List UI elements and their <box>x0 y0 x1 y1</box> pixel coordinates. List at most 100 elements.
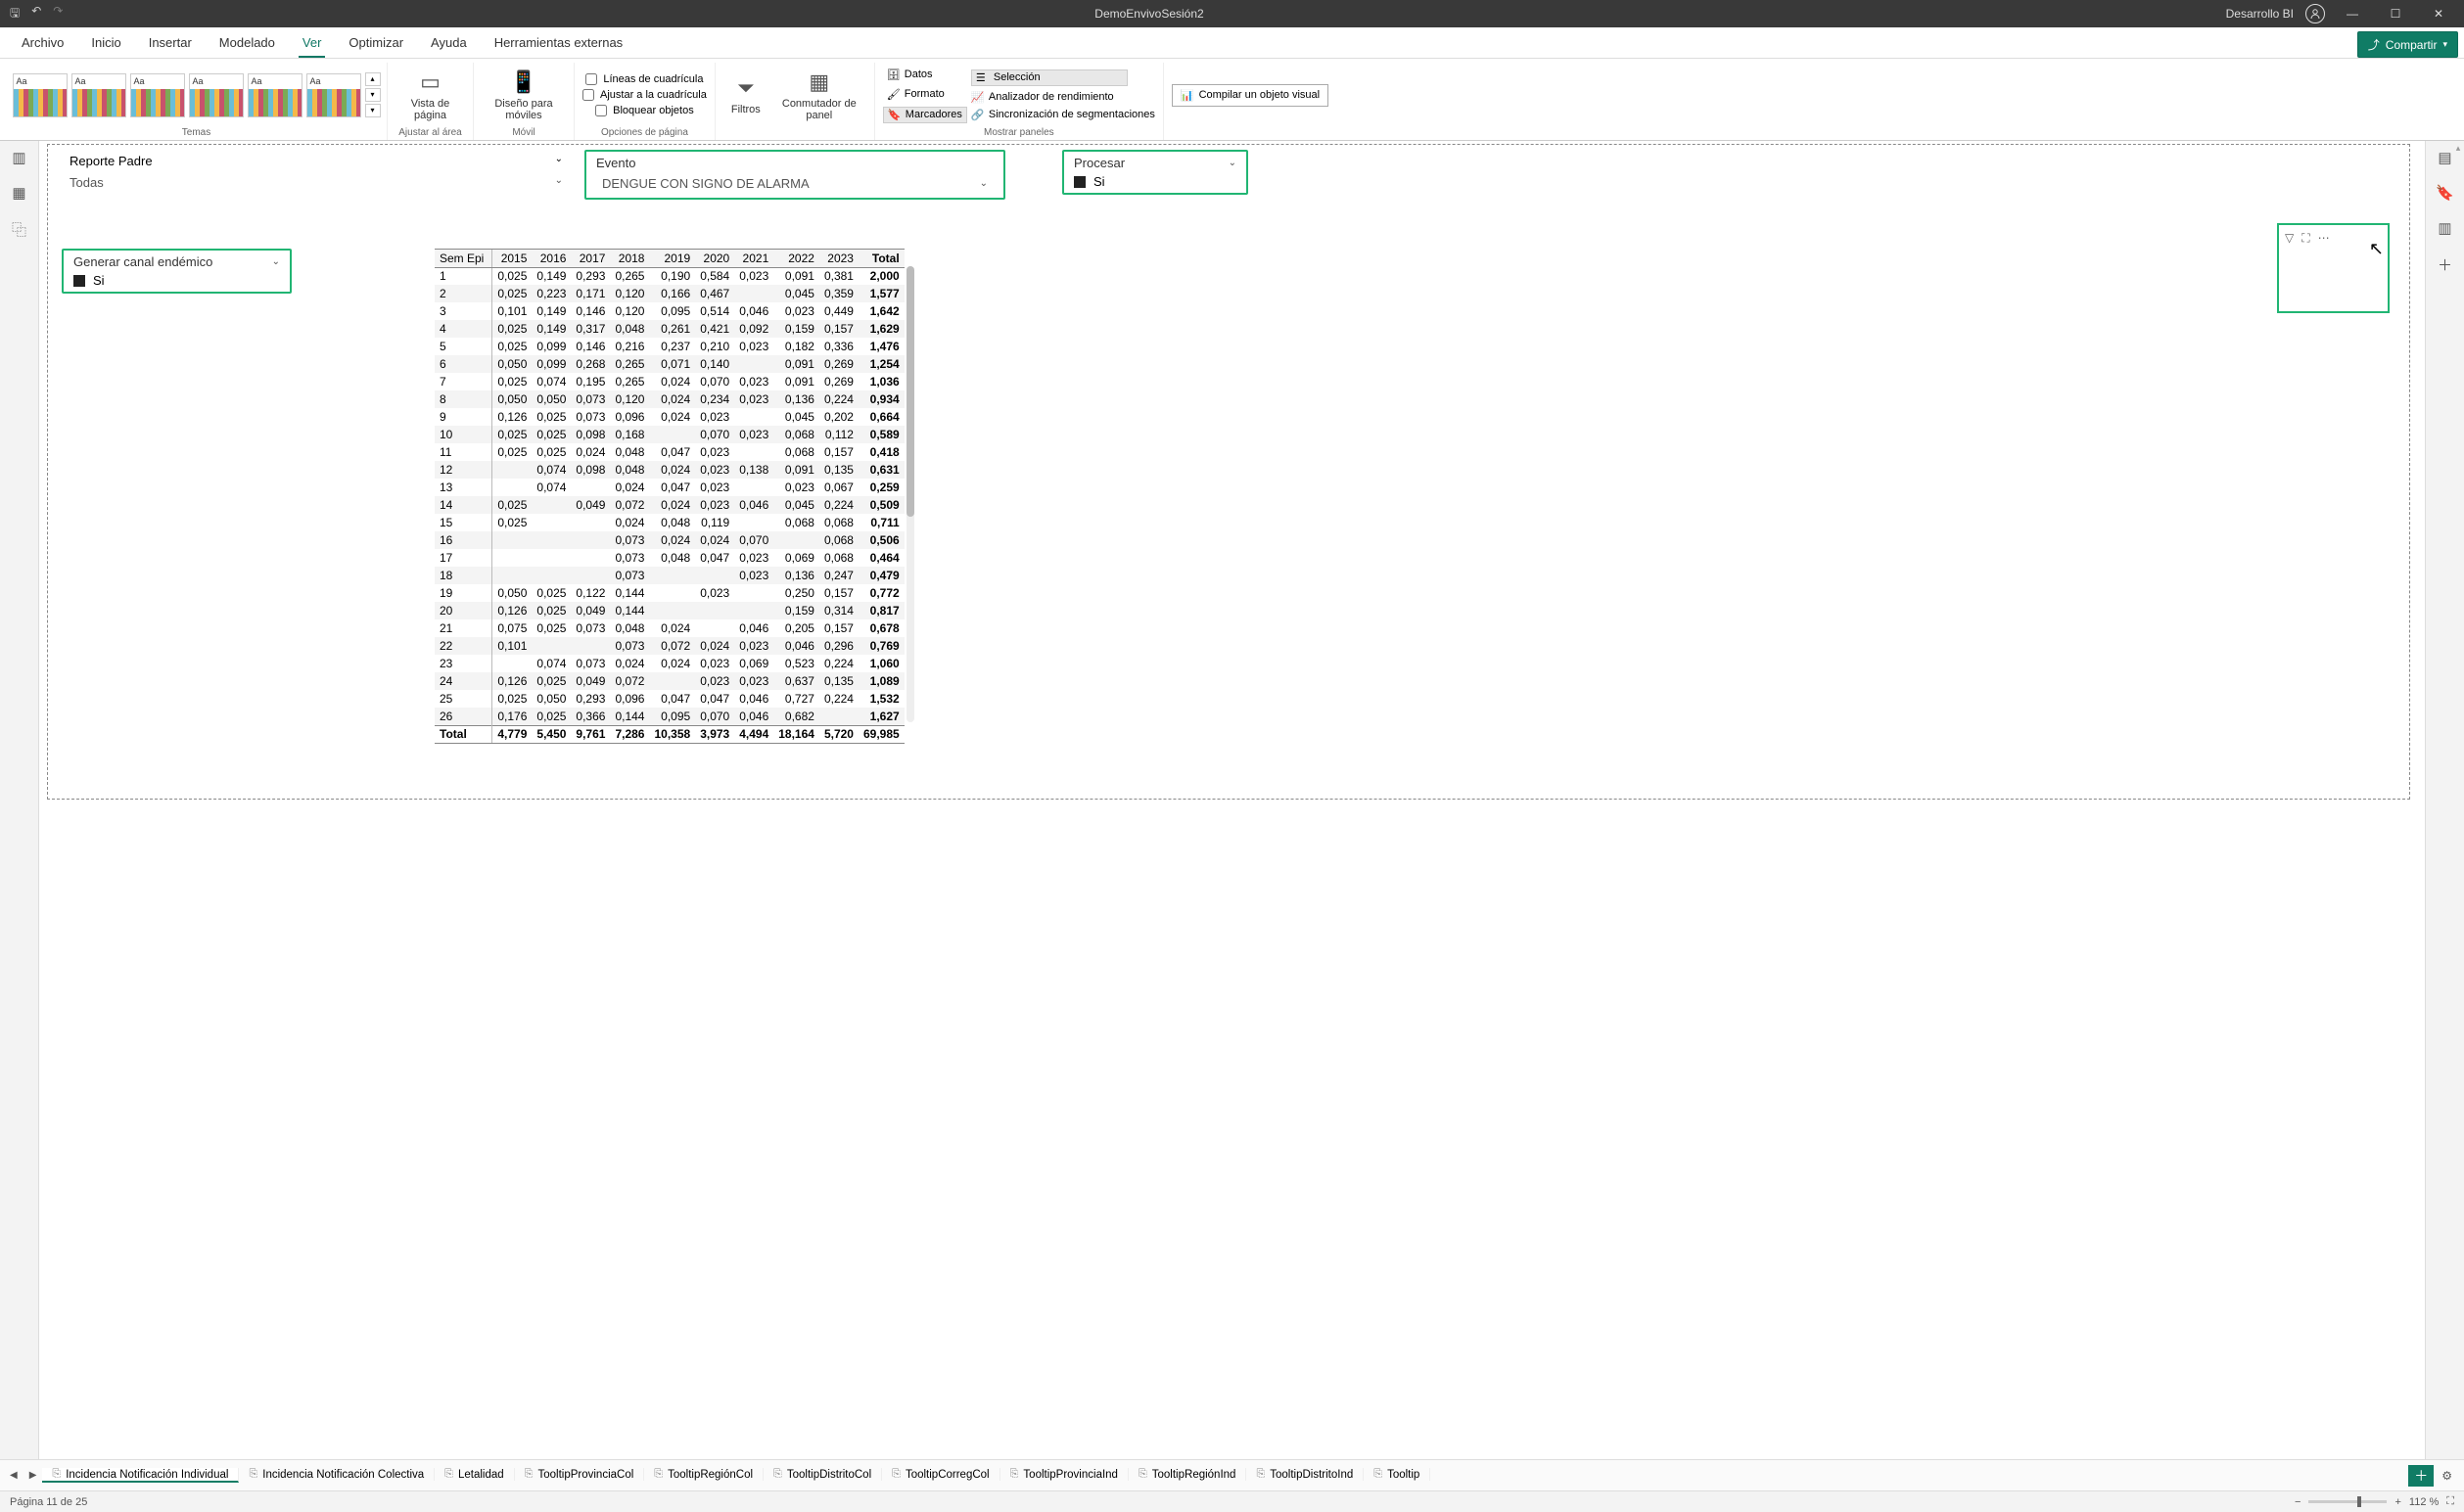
table-row[interactable]: 150,0250,0240,0480,1190,0680,0680,711 <box>435 514 905 531</box>
zoom-slider[interactable] <box>2308 1500 2387 1503</box>
canvas-scrollbar[interactable]: ▴ <box>2454 143 2462 1457</box>
theme-down-icon[interactable]: ▾ <box>365 88 381 102</box>
chk-ajustar[interactable]: Ajustar a la cuadrícula <box>582 89 707 101</box>
theme-up-icon[interactable]: ▴ <box>365 72 381 86</box>
tab-inicio[interactable]: Inicio <box>77 27 134 58</box>
column-header[interactable]: 2019 <box>649 250 695 267</box>
chevron-down-icon[interactable]: ⌄ <box>555 154 563 168</box>
add-page-button[interactable]: ＋ <box>2408 1465 2434 1487</box>
chevron-down-icon[interactable]: ⌄ <box>272 256 280 267</box>
slicer-canal[interactable]: Generar canal endémico⌄ Si <box>62 249 292 294</box>
page-tab[interactable]: ⎘Incidencia Notificación Individual <box>42 1468 239 1483</box>
table-row[interactable]: 250,0250,0500,2930,0960,0470,0470,0460,7… <box>435 690 905 708</box>
zoom-out-button[interactable]: − <box>2295 1496 2301 1508</box>
tab-optimizar[interactable]: Optimizar <box>335 27 417 58</box>
table-row[interactable]: 230,0740,0730,0240,0240,0230,0690,5230,2… <box>435 655 905 672</box>
theme-swatch[interactable] <box>13 73 68 117</box>
page-tab[interactable]: ⎘TooltipRegiónInd <box>1129 1468 1246 1481</box>
bookmarks-pane-icon[interactable]: 🔖 <box>2436 184 2454 202</box>
zoom-in-button[interactable]: + <box>2394 1496 2400 1508</box>
table-row[interactable]: 180,0730,0230,1360,2470,479 <box>435 567 905 584</box>
page-tab[interactable]: ⎘Incidencia Notificación Colectiva <box>239 1468 435 1481</box>
add-icon[interactable]: ＋ <box>2438 254 2452 275</box>
table-row[interactable]: 80,0500,0500,0730,1200,0240,2340,0230,13… <box>435 390 905 408</box>
tabs-next-icon[interactable]: ▶ <box>23 1470 43 1481</box>
fit-page-icon[interactable]: ⛶ <box>2446 1495 2454 1508</box>
page-tab[interactable]: ⎘TooltipRegiónCol <box>644 1468 764 1481</box>
column-header[interactable]: Total <box>859 250 905 267</box>
table-row[interactable]: 210,0750,0250,0730,0480,0240,0460,2050,1… <box>435 619 905 637</box>
table-row[interactable]: 60,0500,0990,2680,2650,0710,1400,0910,26… <box>435 355 905 373</box>
column-header[interactable]: 2016 <box>532 250 571 267</box>
diseno-moviles-button[interactable]: 📱 Diseño para móviles <box>482 69 566 121</box>
filtros-button[interactable]: ⏷ Filtros <box>723 75 768 115</box>
theme-swatch[interactable] <box>71 73 126 117</box>
marcadores-button[interactable]: 🔖Marcadores <box>883 107 967 123</box>
column-header[interactable]: 2020 <box>695 250 734 267</box>
theme-swatch[interactable] <box>130 73 185 117</box>
table-row[interactable]: 120,0740,0980,0480,0240,0230,1380,0910,1… <box>435 461 905 479</box>
slicer-reporte-padre[interactable]: Reporte Padre⌄ Todas⌄ <box>62 150 571 197</box>
filter-icon[interactable]: ▽ <box>2285 231 2294 245</box>
matrix-visual[interactable]: Sem Epi201520162017201820192020202120222… <box>435 249 905 744</box>
tabs-prev-icon[interactable]: ◀ <box>4 1470 23 1481</box>
table-row[interactable]: 110,0250,0250,0240,0480,0470,0230,0680,1… <box>435 443 905 461</box>
table-row[interactable]: 260,1760,0250,3660,1440,0950,0700,0460,6… <box>435 708 905 725</box>
page-tab[interactable]: ⎘TooltipProvinciaInd <box>1000 1468 1129 1481</box>
tab-ver[interactable]: Ver <box>289 27 336 58</box>
report-view-icon[interactable]: ▥ <box>12 149 25 166</box>
table-row[interactable]: 160,0730,0240,0240,0700,0680,506 <box>435 531 905 549</box>
model-view-icon[interactable]: ⿻ <box>12 219 26 240</box>
blank-visual[interactable]: ▽ ⛶ ⋯ ↖ <box>2277 223 2390 313</box>
table-row[interactable]: 70,0250,0740,1950,2650,0240,0700,0230,09… <box>435 373 905 390</box>
redo-icon[interactable]: ↷ <box>53 4 63 24</box>
table-row[interactable]: 20,0250,2230,1710,1200,1660,4670,0450,35… <box>435 285 905 302</box>
seleccion-button[interactable]: ☰Selección <box>971 69 1128 86</box>
table-row[interactable]: 90,1260,0250,0730,0960,0240,0230,0450,20… <box>435 408 905 426</box>
selection-pane-icon[interactable]: ▥ <box>2438 219 2451 237</box>
focus-icon[interactable]: ⛶ <box>2301 231 2309 246</box>
conmutador-button[interactable]: ▦ Conmutador de panel <box>772 69 866 121</box>
compilar-button[interactable]: 📊 Compilar un objeto visual <box>1172 84 1328 107</box>
table-row[interactable]: 190,0500,0250,1220,1440,0230,2500,1570,7… <box>435 584 905 602</box>
column-header[interactable]: 2023 <box>819 250 859 267</box>
table-row[interactable]: 40,0250,1490,3170,0480,2610,4210,0920,15… <box>435 320 905 338</box>
table-row[interactable]: 50,0250,0990,1460,2160,2370,2100,0230,18… <box>435 338 905 355</box>
gear-icon[interactable]: ⚙ <box>2434 1469 2460 1483</box>
table-row[interactable]: 170,0730,0480,0470,0230,0690,0680,464 <box>435 549 905 567</box>
minimize-button[interactable]: — <box>2337 7 2368 21</box>
column-header[interactable]: Sem Epi <box>435 250 492 267</box>
save-icon[interactable]: 🖫 <box>10 4 20 24</box>
page-tab[interactable]: ⎘Letalidad <box>435 1468 515 1481</box>
share-button[interactable]: ⤴ Compartir ▾ <box>2357 31 2458 58</box>
datos-button[interactable]: 🗄Datos <box>883 68 967 82</box>
page-tab[interactable]: ⎘TooltipCorregCol <box>882 1468 1000 1481</box>
close-button[interactable]: ✕ <box>2423 7 2454 21</box>
page-tab[interactable]: ⎘TooltipProvinciaCol <box>515 1468 645 1481</box>
page-tab[interactable]: ⎘Tooltip <box>1364 1468 1430 1481</box>
tab-herramientas[interactable]: Herramientas externas <box>481 27 637 58</box>
column-header[interactable]: 2022 <box>773 250 819 267</box>
table-row[interactable]: 140,0250,0490,0720,0240,0230,0460,0450,2… <box>435 496 905 514</box>
analizador-button[interactable]: 📈Analizador de rendimiento <box>971 91 1155 104</box>
table-view-icon[interactable]: ▦ <box>12 184 25 202</box>
table-row[interactable]: 220,1010,0730,0720,0240,0230,0460,2960,7… <box>435 637 905 655</box>
slicer-procesar[interactable]: Procesar⌄ Si <box>1062 150 1248 195</box>
table-row[interactable]: 130,0740,0240,0470,0230,0230,0670,259 <box>435 479 905 496</box>
page-tab[interactable]: ⎘TooltipDistritoCol <box>764 1468 882 1481</box>
table-row[interactable]: 100,0250,0250,0980,1680,0700,0230,0680,1… <box>435 426 905 443</box>
scrollbar[interactable] <box>907 266 914 722</box>
tab-modelado[interactable]: Modelado <box>206 27 289 58</box>
table-row[interactable]: 200,1260,0250,0490,1440,1590,3140,817 <box>435 602 905 619</box>
chevron-down-icon[interactable]: ⌄ <box>980 178 988 189</box>
tab-archivo[interactable]: Archivo <box>8 27 77 58</box>
vista-pagina-button[interactable]: ▭ Vista de página <box>395 69 465 121</box>
table-row[interactable]: 240,1260,0250,0490,0720,0230,0230,6370,1… <box>435 672 905 690</box>
table-row[interactable]: 30,1010,1490,1460,1200,0950,5140,0460,02… <box>435 302 905 320</box>
maximize-button[interactable]: ☐ <box>2380 7 2411 21</box>
formato-button[interactable]: 🖌Formato <box>883 87 967 102</box>
chevron-down-icon[interactable]: ⌄ <box>555 175 563 190</box>
column-header[interactable]: 2017 <box>571 250 610 267</box>
more-icon[interactable]: ⋯ <box>2318 231 2330 245</box>
column-header[interactable]: 2018 <box>610 250 649 267</box>
